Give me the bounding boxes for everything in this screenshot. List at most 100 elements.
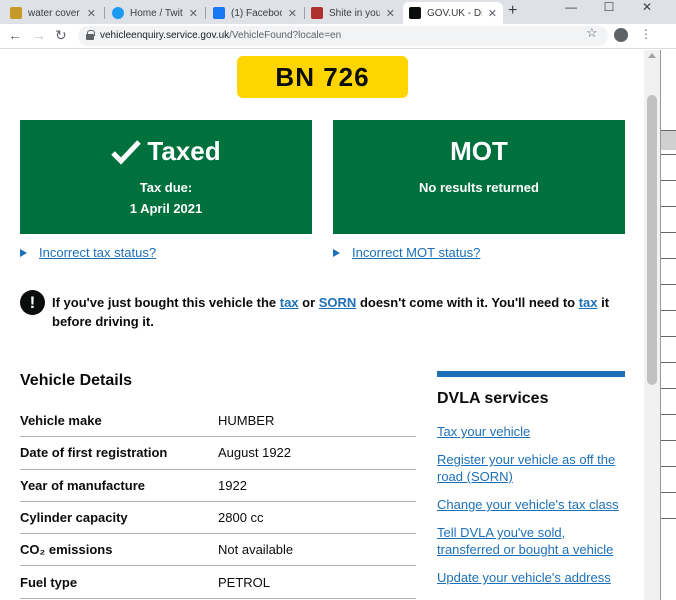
- back-icon[interactable]: ←: [8, 27, 22, 43]
- background-window-row: [661, 466, 676, 467]
- maximize-icon[interactable]: ☐: [594, 1, 624, 13]
- page-scrollbar[interactable]: [644, 50, 660, 600]
- background-window-row: [661, 154, 676, 155]
- incorrect-mot-status-text: Incorrect MOT status?: [352, 245, 481, 260]
- browser-tab[interactable]: water cover ca ✕: [4, 2, 102, 24]
- row-value: HUMBER: [218, 413, 275, 429]
- tax-link[interactable]: tax: [280, 295, 299, 310]
- triangle-right-icon: [20, 248, 27, 257]
- tab-divider: [205, 7, 206, 19]
- browser-tab[interactable]: Home / Twitte ✕: [106, 2, 204, 24]
- background-window-row: [661, 492, 676, 493]
- row-value: 1922: [218, 477, 247, 493]
- sorn-vehicle-link[interactable]: Register your vehicle as off the road (S…: [437, 451, 625, 485]
- background-window-row: [661, 336, 676, 337]
- tab-favicon-icon: [10, 7, 22, 19]
- row-label: Year of manufacture: [20, 477, 145, 493]
- background-window-row: [661, 388, 676, 389]
- forward-icon[interactable]: →: [32, 27, 46, 43]
- window-close-icon[interactable]: ✕: [632, 1, 662, 13]
- vehicle-details-heading: Vehicle Details: [20, 372, 133, 389]
- table-row: Cylinder capacity 2800 cc: [20, 502, 416, 535]
- background-window-row: [661, 258, 676, 259]
- url-path: /VehicleFound?locale=en: [229, 30, 342, 41]
- url-text: vehicleenquiry.service.gov.uk/VehicleFou…: [100, 30, 341, 41]
- new-tab-button[interactable]: +: [508, 2, 517, 20]
- lock-icon: [86, 30, 95, 40]
- profile-avatar-icon[interactable]: [614, 28, 628, 42]
- tab-title: (1) Facebook: [231, 7, 282, 19]
- incorrect-tax-status-text: Incorrect tax status?: [39, 245, 157, 260]
- dvla-services-heading: DVLA services: [437, 390, 549, 407]
- registration-plate: BN 726: [237, 56, 408, 98]
- background-window-row: [661, 232, 676, 233]
- bookmark-star-icon[interactable]: ☆: [586, 25, 598, 41]
- scrollbar-thumb[interactable]: [647, 95, 657, 385]
- row-value: Not available: [218, 542, 294, 558]
- table-row: Date of first registration August 1922: [20, 437, 416, 470]
- mot-result: No results returned: [419, 180, 539, 195]
- background-window-row: [661, 518, 676, 519]
- close-icon[interactable]: ✕: [386, 7, 395, 20]
- address-bar[interactable]: vehicleenquiry.service.gov.uk/VehicleFou…: [78, 26, 608, 46]
- browser-tab-active[interactable]: GOV.UK - Disc ✕: [403, 2, 503, 24]
- tax-link-2[interactable]: tax: [579, 295, 598, 310]
- background-window-row: [661, 414, 676, 415]
- tax-your-vehicle-link[interactable]: Tax your vehicle: [437, 423, 625, 440]
- background-window-row: [661, 180, 676, 181]
- background-window-row: [661, 284, 676, 285]
- close-icon[interactable]: ✕: [488, 7, 497, 20]
- scroll-up-icon[interactable]: [648, 53, 656, 58]
- twitter-icon: [112, 7, 124, 19]
- mot-status-panel: MOT No results returned: [333, 120, 625, 234]
- tab-title: Home / Twitte: [130, 7, 183, 19]
- close-icon[interactable]: ✕: [288, 7, 297, 20]
- background-window-row: [661, 362, 676, 363]
- minimize-icon[interactable]: —: [556, 1, 586, 13]
- close-icon[interactable]: ✕: [87, 7, 96, 20]
- close-icon[interactable]: ✕: [189, 7, 198, 20]
- tab-title: water cover ca: [28, 7, 81, 19]
- reload-icon[interactable]: ↻: [55, 27, 67, 44]
- warning-text-part: If you've just bought this vehicle the: [52, 295, 280, 310]
- background-window-row: [661, 440, 676, 441]
- table-row: Fuel type PETROL: [20, 566, 416, 599]
- browser-toolbar: ← → ↻ vehicleenquiry.service.gov.uk/Vehi…: [0, 24, 676, 49]
- tab-title: Shite in your: [329, 7, 380, 19]
- incorrect-mot-status-link[interactable]: Incorrect MOT status?: [333, 245, 480, 260]
- browser-tab[interactable]: Shite in your ✕: [305, 2, 401, 24]
- sorn-link[interactable]: SORN: [319, 295, 357, 310]
- background-window-row: [661, 310, 676, 311]
- govuk-crown-icon: [409, 7, 421, 19]
- row-label: CO₂ emissions: [20, 542, 113, 558]
- warning-icon: !: [20, 290, 45, 315]
- tell-dvla-sold-link[interactable]: Tell DVLA you've sold, transferred or bo…: [437, 524, 625, 558]
- table-row: CO₂ emissions Not available: [20, 534, 416, 567]
- row-label: Fuel type: [20, 574, 78, 590]
- url-host: vehicleenquiry.service.gov.uk: [100, 30, 230, 41]
- row-value: August 1922: [218, 445, 292, 461]
- warning-text-part: doesn't come with it. You'll need to: [356, 295, 579, 310]
- vehicle-details-table: Vehicle make HUMBER Date of first registr…: [20, 405, 416, 599]
- tax-status: Taxed: [147, 136, 221, 166]
- update-address-link[interactable]: Update your vehicle's address: [437, 569, 625, 586]
- browser-tab[interactable]: (1) Facebook ✕: [207, 2, 303, 24]
- mot-status: MOT: [450, 136, 508, 166]
- tax-status-panel: Taxed Tax due: 1 April 2021: [20, 120, 312, 234]
- check-icon: [111, 139, 142, 165]
- tab-title: GOV.UK - Disc: [427, 7, 482, 19]
- background-window-row: [661, 206, 676, 207]
- change-tax-class-link[interactable]: Change your vehicle's tax class: [437, 496, 625, 513]
- facebook-icon: [213, 7, 225, 19]
- page-content: BN 726 Taxed Tax due: 1 April 2021 MOT N…: [0, 50, 644, 600]
- tax-due-label: Tax due:: [139, 180, 193, 195]
- tab-divider: [104, 7, 105, 19]
- menu-kebab-icon[interactable]: ⋮: [640, 27, 652, 41]
- incorrect-tax-status-link[interactable]: Incorrect tax status?: [20, 245, 156, 260]
- background-window-header: [661, 130, 676, 150]
- row-value: 2800 cc: [218, 510, 264, 526]
- table-row: Vehicle make HUMBER: [20, 405, 416, 438]
- browser-tab-bar: water cover ca ✕ Home / Twitte ✕ (1) Fac…: [0, 0, 676, 24]
- car-icon: [311, 7, 323, 19]
- row-label: Cylinder capacity: [20, 510, 128, 526]
